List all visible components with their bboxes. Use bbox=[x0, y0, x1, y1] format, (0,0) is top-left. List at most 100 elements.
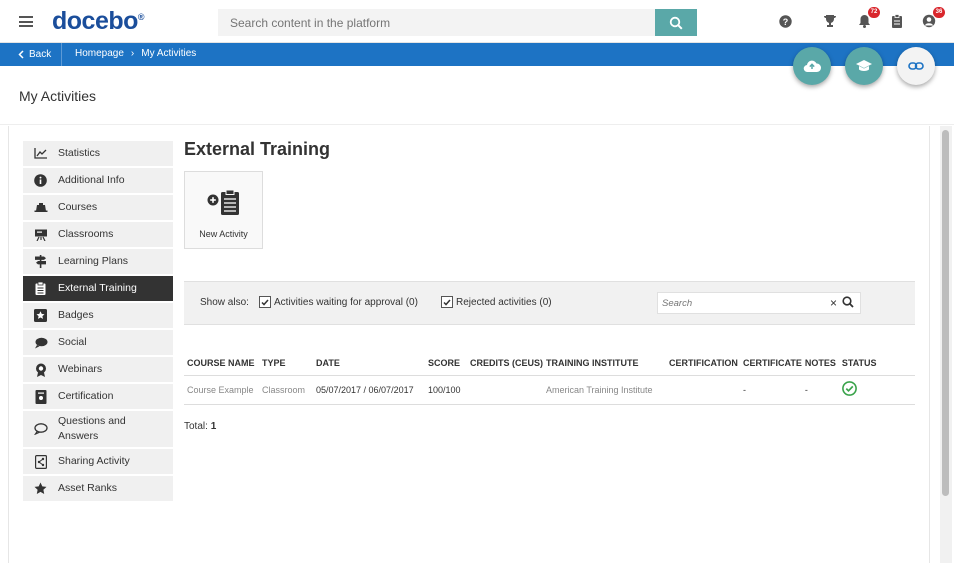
breadcrumb-homepage[interactable]: Homepage bbox=[75, 48, 124, 59]
external-training-table: COURSE NAME TYPE DATE SCORE CREDITS (CEU… bbox=[184, 352, 915, 405]
help-icon[interactable]: ? bbox=[777, 13, 793, 29]
cell-date: 05/07/2017 / 06/07/2017 bbox=[313, 375, 425, 405]
star-icon bbox=[23, 482, 58, 495]
total-value: 1 bbox=[210, 421, 217, 432]
add-clipboard-icon bbox=[207, 189, 241, 221]
column-status[interactable]: STATUS bbox=[838, 352, 915, 376]
notifications-badge: 72 bbox=[868, 7, 880, 18]
cell-type: Classroom bbox=[259, 375, 313, 405]
sidebar-item-additional-info[interactable]: Additional Info bbox=[23, 168, 173, 195]
search-button[interactable] bbox=[655, 9, 697, 36]
filter-search-input[interactable] bbox=[658, 293, 823, 313]
sidebar-item-statistics[interactable]: Statistics bbox=[23, 141, 173, 168]
logo[interactable]: docebo® bbox=[52, 7, 145, 36]
checkmark-icon bbox=[259, 296, 271, 308]
total-label: Total: bbox=[184, 421, 208, 432]
column-training-institute[interactable]: TRAINING INSTITUTE bbox=[543, 352, 667, 376]
checkmark-icon bbox=[441, 296, 453, 308]
column-certification[interactable]: CERTIFICATION bbox=[666, 352, 741, 376]
breadcrumb-separator-icon: › bbox=[130, 48, 135, 59]
sidebar-item-questions-and-answers[interactable]: Questions and Answers bbox=[23, 411, 173, 449]
column-credits[interactable]: CREDITS (CEUS) bbox=[467, 352, 544, 376]
sidebar-item-courses[interactable]: Courses bbox=[23, 195, 173, 222]
column-certificate[interactable]: CERTIFICATE bbox=[740, 352, 802, 376]
cell-training-institute: American Training Institute bbox=[543, 375, 667, 405]
sidebar-item-label: Badges bbox=[58, 309, 94, 321]
question-chat-icon bbox=[23, 423, 58, 435]
link-fab[interactable] bbox=[897, 47, 935, 85]
learning-fab[interactable] bbox=[845, 47, 883, 85]
cell-notes: - bbox=[801, 375, 839, 405]
profile-icon[interactable]: 36 bbox=[921, 7, 945, 29]
column-date[interactable]: DATE bbox=[313, 352, 425, 376]
menu-icon[interactable] bbox=[19, 16, 33, 27]
breadcrumb: Homepage › My Activities bbox=[75, 48, 196, 59]
sidebar-item-badges[interactable]: Badges bbox=[23, 303, 173, 330]
cloud-upload-icon bbox=[803, 60, 821, 73]
sidebar-item-external-training[interactable]: External Training bbox=[23, 276, 173, 303]
sidebar-item-certification[interactable]: Certification bbox=[23, 384, 173, 411]
filter-bar: Show also: Activities waiting for approv… bbox=[184, 281, 915, 325]
filter-search: × bbox=[657, 292, 861, 314]
waiting-approval-checkbox[interactable]: Activities waiting for approval (0) bbox=[259, 296, 418, 308]
section-title: External Training bbox=[184, 139, 331, 159]
sidebar-item-label: Questions and Answers bbox=[58, 415, 126, 442]
cell-certificate: - bbox=[740, 375, 802, 405]
back-button[interactable]: Back bbox=[0, 43, 62, 66]
cell-status bbox=[838, 375, 915, 405]
svg-text:?: ? bbox=[782, 17, 788, 27]
new-activity-label: New Activity bbox=[199, 229, 248, 239]
sidebar-item-label: External Training bbox=[58, 282, 137, 294]
scrollbar[interactable] bbox=[940, 126, 952, 563]
chevron-left-icon bbox=[18, 50, 24, 59]
courses-icon bbox=[23, 202, 58, 213]
cell-score: 100/100 bbox=[425, 375, 467, 405]
search-input[interactable] bbox=[218, 9, 655, 36]
total-count: Total: 1 bbox=[184, 421, 216, 432]
notifications-icon[interactable]: 72 bbox=[856, 7, 880, 29]
chart-icon bbox=[23, 148, 58, 159]
scrollbar-thumb[interactable] bbox=[942, 130, 949, 496]
clipboard-top-icon[interactable] bbox=[889, 13, 905, 29]
clear-icon[interactable]: × bbox=[830, 296, 837, 310]
profile-badge: 36 bbox=[933, 7, 945, 18]
link-icon bbox=[908, 62, 924, 70]
chat-icon bbox=[23, 337, 58, 349]
sidebar-item-classrooms[interactable]: Classrooms bbox=[23, 222, 173, 249]
sidebar-item-label: Sharing Activity bbox=[58, 455, 130, 467]
column-type[interactable]: TYPE bbox=[259, 352, 313, 376]
back-label: Back bbox=[29, 49, 52, 60]
sidebar-item-label: Social bbox=[58, 336, 87, 348]
clipboard-icon bbox=[23, 282, 58, 295]
waiting-approval-label: Activities waiting for approval (0) bbox=[274, 296, 418, 308]
cell-course-name: Course Example bbox=[184, 375, 259, 405]
sidebar-item-asset-ranks[interactable]: Asset Ranks bbox=[23, 476, 173, 503]
signpost-icon bbox=[23, 255, 58, 268]
sidebar-item-social[interactable]: Social bbox=[23, 330, 173, 357]
sidebar-item-label: Asset Ranks bbox=[58, 482, 117, 494]
sidebar-item-sharing-activity[interactable]: Sharing Activity bbox=[23, 449, 173, 476]
table-header-row: COURSE NAME TYPE DATE SCORE CREDITS (CEU… bbox=[184, 352, 915, 376]
show-also-label: Show also: bbox=[200, 297, 249, 308]
column-course-name[interactable]: COURSE NAME bbox=[184, 352, 259, 376]
divider bbox=[0, 124, 954, 125]
certificate-icon bbox=[23, 389, 58, 404]
cell-certification bbox=[666, 375, 741, 405]
trophy-icon[interactable] bbox=[822, 13, 838, 29]
sidebar-item-label: Additional Info bbox=[58, 174, 125, 186]
new-activity-button[interactable]: New Activity bbox=[184, 171, 263, 249]
cell-credits bbox=[467, 375, 544, 405]
search-icon[interactable] bbox=[842, 296, 854, 311]
sidebar-item-webinars[interactable]: Webinars bbox=[23, 357, 173, 384]
upload-fab[interactable] bbox=[793, 47, 831, 85]
column-score[interactable]: SCORE bbox=[425, 352, 467, 376]
sidebar-item-learning-plans[interactable]: Learning Plans bbox=[23, 249, 173, 276]
share-icon bbox=[23, 454, 58, 469]
rejected-activities-checkbox[interactable]: Rejected activities (0) bbox=[441, 296, 552, 308]
top-bar: docebo® ? 72 36 bbox=[0, 0, 954, 43]
column-notes[interactable]: NOTES bbox=[801, 352, 839, 376]
info-icon bbox=[23, 174, 58, 187]
table-row[interactable]: Course Example Classroom 05/07/2017 / 06… bbox=[184, 375, 915, 405]
graduation-cap-icon bbox=[856, 60, 872, 71]
sidebar-item-label: Courses bbox=[58, 201, 98, 213]
